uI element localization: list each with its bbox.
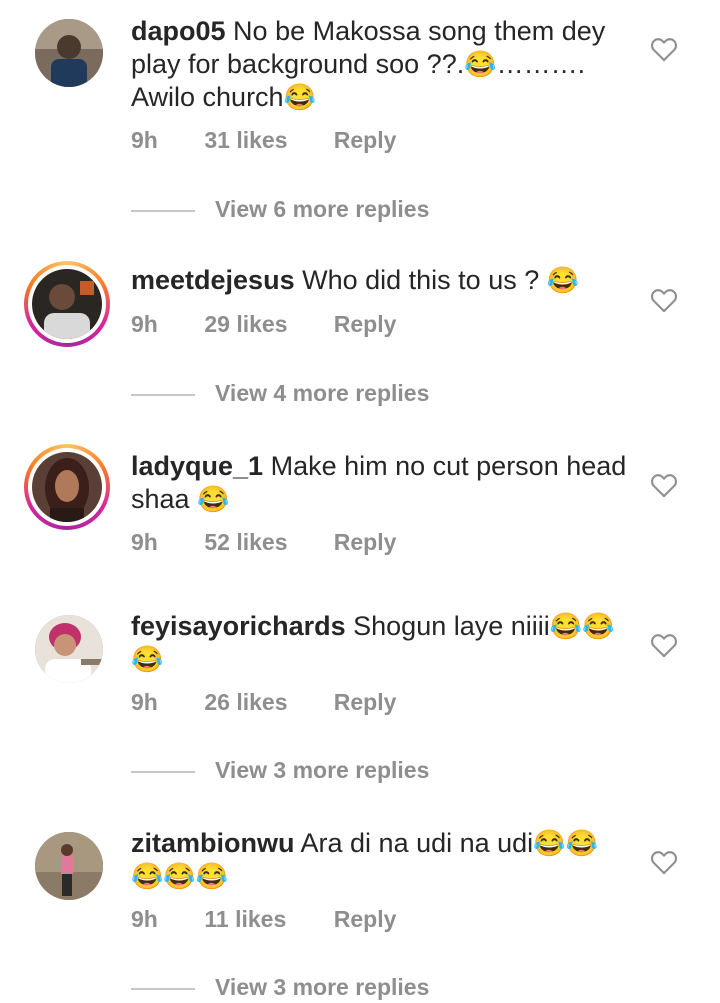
timestamp: 9h: [131, 689, 158, 715]
avatar: [32, 269, 102, 339]
username[interactable]: zitambionwu: [131, 828, 295, 858]
avatar: [32, 452, 102, 522]
comment-meta: 9h 26 likes Reply: [131, 689, 396, 716]
view-replies-label: View 4 more replies: [215, 380, 430, 406]
emoji: 😂😂: [533, 828, 598, 858]
story-ring[interactable]: [24, 444, 110, 530]
emoji: 😂: [283, 82, 316, 112]
divider: [131, 770, 195, 773]
username[interactable]: dapo05: [131, 16, 226, 46]
divider: [131, 987, 195, 990]
likes-count[interactable]: 29 likes: [204, 311, 327, 338]
likes-count[interactable]: 11 likes: [204, 906, 327, 933]
avatar[interactable]: [35, 832, 103, 900]
timestamp: 9h: [131, 906, 158, 932]
reply-button[interactable]: Reply: [334, 906, 397, 933]
comment-meta: 9h 31 likes Reply: [131, 127, 396, 154]
view-replies-label: View 6 more replies: [215, 196, 430, 222]
emoji: 😂: [197, 484, 230, 514]
emoji: 😂: [131, 644, 164, 674]
avatar-photo: [35, 615, 103, 683]
avatar[interactable]: [35, 615, 103, 683]
reply-button[interactable]: Reply: [334, 311, 397, 338]
avatar-photo: [32, 269, 102, 339]
view-replies-label: View 3 more replies: [215, 757, 430, 783]
timestamp: 9h: [131, 529, 158, 555]
heart-outline-icon[interactable]: [650, 632, 678, 658]
comment-meta: 9h 52 likes Reply: [131, 529, 396, 556]
comment-meta: 9h 11 likes Reply: [131, 906, 396, 933]
reply-button[interactable]: Reply: [334, 529, 397, 556]
view-replies-button[interactable]: View 4 more replies: [131, 380, 429, 407]
emoji: 😂: [464, 49, 497, 79]
comment-text: dapo05 No be Makossa song them dey play …: [131, 15, 631, 114]
reply-button[interactable]: Reply: [334, 689, 397, 716]
avatar-photo: [35, 832, 103, 900]
emoji: 😂: [546, 265, 580, 295]
username[interactable]: ladyque_1: [131, 451, 263, 481]
likes-count[interactable]: 31 likes: [204, 127, 327, 154]
heart-outline-icon[interactable]: [650, 287, 678, 313]
comment-body: Who did this to us ?: [302, 265, 540, 295]
username[interactable]: meetdejesus: [131, 265, 295, 295]
comment-text: meetdejesus Who did this to us ? 😂: [131, 264, 631, 297]
story-ring[interactable]: [24, 261, 110, 347]
avatar-photo: [32, 452, 102, 522]
heart-outline-icon[interactable]: [650, 849, 678, 875]
avatar-photo: [35, 19, 103, 87]
comment-text: feyisayorichards Shogun laye niiii😂😂 😂: [131, 610, 631, 676]
divider: [131, 393, 195, 396]
view-replies-button[interactable]: View 6 more replies: [131, 196, 429, 223]
divider: [131, 209, 195, 212]
comment-text: ladyque_1 Make him no cut person head sh…: [131, 450, 631, 516]
timestamp: 9h: [131, 127, 158, 153]
view-replies-label: View 3 more replies: [215, 974, 430, 1000]
comment-text: zitambionwu Ara di na udi na udi😂😂 😂😂😂: [131, 827, 631, 893]
reply-button[interactable]: Reply: [334, 127, 397, 154]
heart-outline-icon[interactable]: [650, 472, 678, 498]
timestamp: 9h: [131, 311, 158, 337]
likes-count[interactable]: 52 likes: [204, 529, 327, 556]
emoji: 😂😂: [549, 611, 615, 641]
comment-meta: 9h 29 likes Reply: [131, 311, 396, 338]
comment-body: Shogun laye niiii: [353, 611, 550, 641]
likes-count[interactable]: 26 likes: [204, 689, 327, 716]
emoji: 😂😂😂: [131, 861, 229, 891]
view-replies-button[interactable]: View 3 more replies: [131, 757, 429, 784]
view-replies-button[interactable]: View 3 more replies: [131, 974, 429, 1001]
username[interactable]: feyisayorichards: [131, 611, 346, 641]
heart-outline-icon[interactable]: [650, 36, 678, 62]
comment-body: Ara di na udi na udi: [300, 828, 534, 858]
avatar[interactable]: [35, 19, 103, 87]
